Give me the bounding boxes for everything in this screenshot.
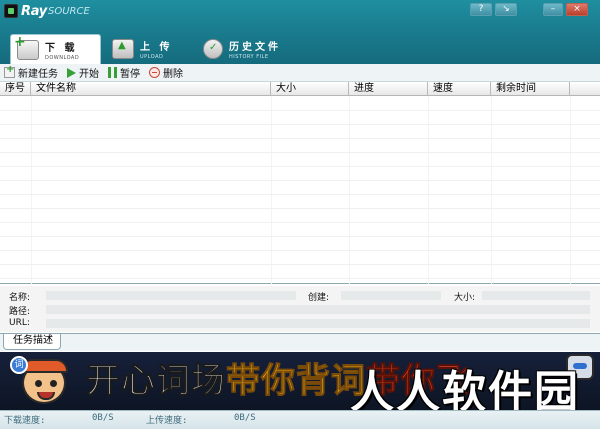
column-header-filename[interactable]: 文件名称 xyxy=(31,82,271,96)
play-icon xyxy=(67,67,76,78)
row-line xyxy=(0,278,600,279)
created-value xyxy=(341,291,441,300)
start-label: 开始 xyxy=(79,69,99,80)
logo-text: Ray xyxy=(21,3,47,19)
row-line xyxy=(0,166,600,167)
tab-history-label: 历史文件 xyxy=(229,42,281,53)
speech-bubble-icon: 词 xyxy=(10,356,28,374)
row-line xyxy=(0,110,600,111)
url-label: URL: xyxy=(9,318,30,328)
task-detail-panel: 名称: 创建: 大小: 路径: URL: xyxy=(0,286,600,332)
download-speed-label: 下载速度: xyxy=(4,416,46,426)
download-icon xyxy=(14,34,39,60)
row-line xyxy=(0,194,600,195)
toolbar: 新建任务 开始 暂停 删除 xyxy=(0,64,600,82)
created-label: 创建: xyxy=(308,293,330,303)
url-value xyxy=(46,319,590,328)
tab-upload-label: 上 传 xyxy=(140,42,173,53)
row-line xyxy=(0,208,600,209)
detail-tab-border xyxy=(0,333,600,334)
row-line xyxy=(0,138,600,139)
tab-upload[interactable]: 上 传 UPLOAD xyxy=(106,34,196,64)
column-header-index[interactable]: 序号 xyxy=(0,82,31,96)
title-bar: Ray SOURCE ? ↘ – × 下 载 DOWNLOAD 上 传 UPLO… xyxy=(0,0,600,65)
row-line xyxy=(0,236,600,237)
delete-icon xyxy=(149,67,160,78)
size-label: 大小: xyxy=(454,293,476,303)
tab-history[interactable]: 历史文件 HISTORY FILE xyxy=(197,34,307,64)
minimize-button[interactable]: – xyxy=(543,3,563,16)
mascot-image: 词 xyxy=(10,356,80,406)
upload-speed-value: 0B/S xyxy=(234,413,256,423)
tab-download-sub: DOWNLOAD xyxy=(45,55,80,61)
name-label: 名称: xyxy=(9,293,31,303)
row-line xyxy=(0,180,600,181)
delete-button[interactable]: 删除 xyxy=(149,65,183,80)
path-value xyxy=(46,305,590,314)
tab-download-label: 下 载 xyxy=(45,43,78,54)
tab-upload-sub: UPLOAD xyxy=(140,54,164,60)
table-header: 序号 文件名称 大小 进度 速度 剩余时间 xyxy=(0,82,600,96)
tab-task-description[interactable]: 任务描述 xyxy=(3,334,61,350)
row-line xyxy=(0,250,600,251)
download-speed-value: 0B/S xyxy=(92,413,114,423)
new-task-label: 新建任务 xyxy=(18,69,58,80)
banner-text-white: 开心词场 xyxy=(86,361,226,401)
start-button[interactable]: 开始 xyxy=(67,65,99,80)
logo-text-light: SOURCE xyxy=(47,5,90,17)
tab-download[interactable]: 下 载 DOWNLOAD xyxy=(10,34,101,65)
tab-history-sub: HISTORY FILE xyxy=(229,54,269,60)
help-button[interactable]: ? xyxy=(470,3,492,16)
close-button[interactable]: × xyxy=(566,3,588,16)
column-header-progress[interactable]: 进度 xyxy=(349,82,428,96)
watermark-text: 人人软件园 xyxy=(350,367,580,411)
row-line xyxy=(0,152,600,153)
row-line xyxy=(0,222,600,223)
column-header-speed[interactable]: 速度 xyxy=(428,82,491,96)
status-bar: 下载速度: 0B/S 上传速度: 0B/S xyxy=(0,410,600,429)
detail-tab-strip xyxy=(0,334,600,351)
new-task-button[interactable]: 新建任务 xyxy=(4,64,58,80)
size-value xyxy=(482,291,590,300)
name-value xyxy=(46,291,296,300)
column-header-remaining[interactable]: 剩余时间 xyxy=(491,82,570,96)
logo-icon xyxy=(4,4,18,18)
task-table[interactable]: 序号 文件名称 大小 进度 速度 剩余时间 xyxy=(0,82,600,284)
new-task-icon xyxy=(4,64,15,78)
banner-text-yellow: 带你背词 xyxy=(226,361,366,401)
row-line xyxy=(0,124,600,125)
ad-banner[interactable]: 词 开心词场带你背词带你飞 人人软件园 xyxy=(0,352,600,410)
delete-label: 删除 xyxy=(163,69,183,80)
pause-icon xyxy=(108,67,117,78)
pause-label: 暂停 xyxy=(120,69,140,80)
column-header-size[interactable]: 大小 xyxy=(271,82,349,96)
upload-speed-label: 上传速度: xyxy=(146,416,188,426)
path-label: 路径: xyxy=(9,307,31,317)
pause-button[interactable]: 暂停 xyxy=(108,65,140,80)
upload-icon xyxy=(112,39,134,59)
mini-mode-button[interactable]: ↘ xyxy=(495,3,517,16)
history-icon xyxy=(203,39,223,59)
app-logo: Ray SOURCE xyxy=(4,2,90,20)
row-line xyxy=(0,264,600,265)
